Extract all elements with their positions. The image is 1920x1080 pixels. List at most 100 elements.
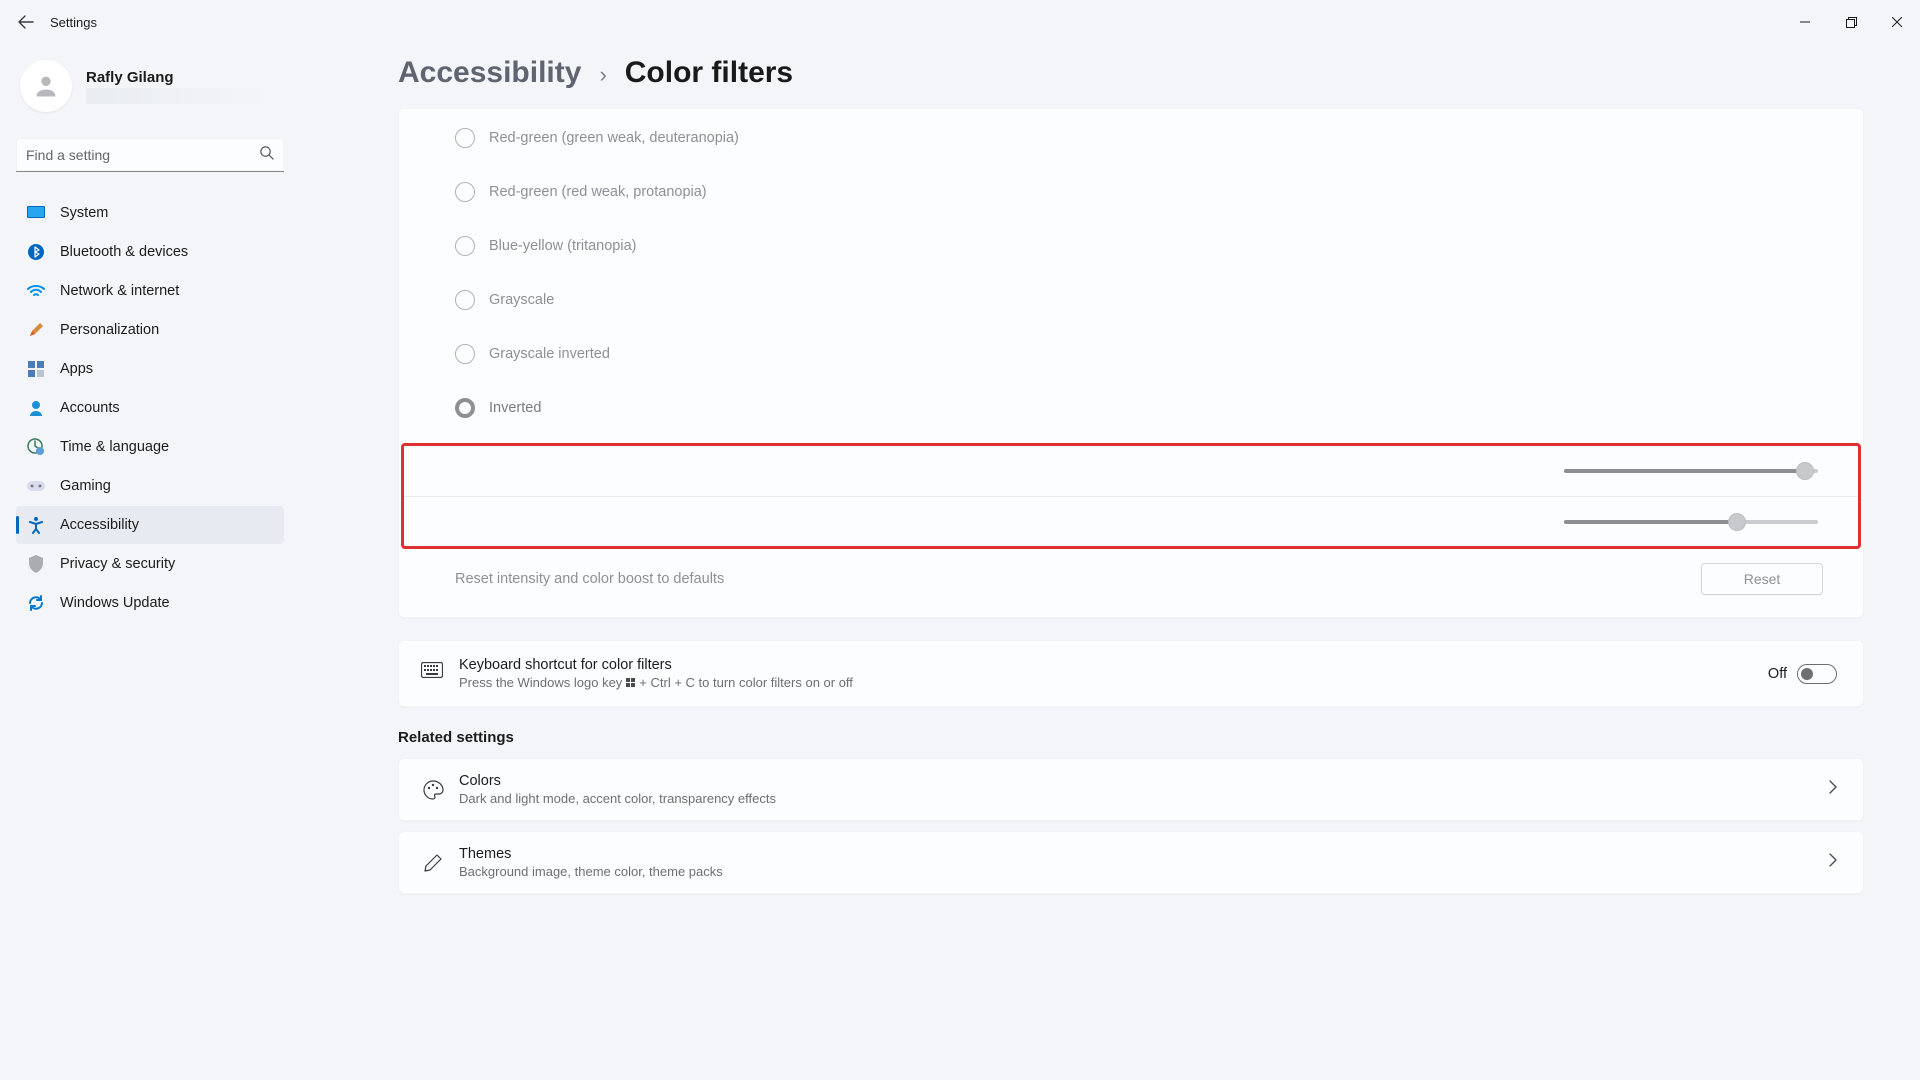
chevron-right-icon xyxy=(1829,780,1837,799)
link-title: Colors xyxy=(459,773,776,789)
sidebar-item-network[interactable]: Network & internet xyxy=(16,272,284,310)
link-subtitle: Background image, theme color, theme pac… xyxy=(459,864,723,879)
chevron-right-icon: › xyxy=(599,62,606,88)
display-icon xyxy=(26,203,46,223)
chevron-right-icon xyxy=(1829,853,1837,872)
filter-option-deuteranopia[interactable]: Red-green (green weak, deuteranopia) xyxy=(399,111,1863,165)
sidebar-item-label: Apps xyxy=(60,361,93,377)
shortcut-title: Keyboard shortcut for color filters xyxy=(459,657,853,673)
color-boost-slider-row xyxy=(404,496,1858,546)
filter-options-panel: Red-green (green weak, deuteranopia) Red… xyxy=(398,108,1864,618)
sidebar-item-label: Bluetooth & devices xyxy=(60,244,188,260)
shortcut-toggle[interactable] xyxy=(1797,664,1837,684)
slider-thumb[interactable] xyxy=(1728,513,1746,531)
pen-icon xyxy=(421,851,445,875)
toggle-state-label: Off xyxy=(1768,666,1787,682)
sidebar-item-update[interactable]: Windows Update xyxy=(16,584,284,622)
minimize-icon xyxy=(1800,17,1810,27)
related-settings-title: Related settings xyxy=(398,729,1864,746)
radio-icon xyxy=(455,182,475,202)
radio-label: Grayscale xyxy=(489,292,554,308)
sidebar-item-personalization[interactable]: Personalization xyxy=(16,311,284,349)
sidebar-item-gaming[interactable]: Gaming xyxy=(16,467,284,505)
radio-icon xyxy=(455,344,475,364)
sidebar-item-bluetooth[interactable]: Bluetooth & devices xyxy=(16,233,284,271)
breadcrumb-parent[interactable]: Accessibility xyxy=(398,56,581,90)
avatar xyxy=(20,60,72,112)
close-button[interactable] xyxy=(1874,6,1920,38)
globe-clock-icon xyxy=(26,437,46,457)
apps-icon xyxy=(26,359,46,379)
radio-label: Red-green (red weak, protanopia) xyxy=(489,184,707,200)
sidebar-item-accounts[interactable]: Accounts xyxy=(16,389,284,427)
minimize-button[interactable] xyxy=(1782,6,1828,38)
breadcrumb: Accessibility › Color filters xyxy=(398,56,1864,90)
radio-label: Blue-yellow (tritanopia) xyxy=(489,238,636,254)
radio-label: Grayscale inverted xyxy=(489,346,610,362)
filter-option-protanopia[interactable]: Red-green (red weak, protanopia) xyxy=(399,165,1863,219)
filter-option-tritanopia[interactable]: Blue-yellow (tritanopia) xyxy=(399,219,1863,273)
back-button[interactable] xyxy=(6,2,46,42)
related-link-themes[interactable]: Themes Background image, theme color, th… xyxy=(398,831,1864,894)
reset-button[interactable]: Reset xyxy=(1701,563,1823,595)
color-boost-slider[interactable] xyxy=(1564,512,1818,532)
intensity-slider[interactable] xyxy=(1564,461,1818,481)
reset-row: Reset intensity and color boost to defau… xyxy=(399,551,1863,607)
slider-thumb[interactable] xyxy=(1796,462,1814,480)
windows-logo-icon xyxy=(626,678,635,687)
sidebar-item-label: Network & internet xyxy=(60,283,179,299)
sliders-highlight xyxy=(401,443,1861,549)
profile-block[interactable]: Rafly Gilang xyxy=(16,54,284,118)
sidebar-nav: System Bluetooth & devices Network & int… xyxy=(16,194,284,622)
sidebar-item-label: Privacy & security xyxy=(60,556,175,572)
reset-label: Reset intensity and color boost to defau… xyxy=(455,571,724,587)
profile-email-placeholder xyxy=(86,88,266,104)
link-title: Themes xyxy=(459,846,723,862)
link-subtitle: Dark and light mode, accent color, trans… xyxy=(459,791,776,806)
person-icon xyxy=(32,72,60,100)
shield-icon xyxy=(26,554,46,574)
arrow-left-icon xyxy=(18,14,34,30)
related-link-colors[interactable]: Colors Dark and light mode, accent color… xyxy=(398,758,1864,821)
radio-label: Red-green (green weak, deuteranopia) xyxy=(489,130,739,146)
profile-name: Rafly Gilang xyxy=(86,69,266,86)
sidebar-item-accessibility[interactable]: Accessibility xyxy=(16,506,284,544)
sidebar-item-label: System xyxy=(60,205,108,221)
filter-option-inverted[interactable]: Inverted xyxy=(399,381,1863,435)
sidebar-item-apps[interactable]: Apps xyxy=(16,350,284,388)
radio-label: Inverted xyxy=(489,400,541,416)
sidebar-item-system[interactable]: System xyxy=(16,194,284,232)
maximize-icon xyxy=(1846,17,1857,28)
reset-button-label: Reset xyxy=(1744,571,1781,587)
gamepad-icon xyxy=(26,476,46,496)
bluetooth-icon xyxy=(26,242,46,262)
shortcut-subtitle: Press the Windows logo key + Ctrl + C to… xyxy=(459,675,853,690)
wifi-icon xyxy=(26,281,46,301)
shortcut-sub-prefix: Press the Windows logo key xyxy=(459,675,622,690)
paintbrush-icon xyxy=(26,320,46,340)
sidebar-item-label: Accounts xyxy=(60,400,120,416)
radio-icon xyxy=(455,128,475,148)
sidebar-item-label: Personalization xyxy=(60,322,159,338)
accounts-icon xyxy=(26,398,46,418)
filter-option-grayscale-inverted[interactable]: Grayscale inverted xyxy=(399,327,1863,381)
keyboard-icon xyxy=(421,662,445,686)
page-title: Color filters xyxy=(625,56,793,90)
sidebar-item-time[interactable]: Time & language xyxy=(16,428,284,466)
radio-icon xyxy=(455,236,475,256)
keyboard-shortcut-panel: Keyboard shortcut for color filters Pres… xyxy=(398,640,1864,707)
sidebar-item-label: Time & language xyxy=(60,439,169,455)
search-icon xyxy=(259,145,274,165)
search-input[interactable] xyxy=(16,138,284,172)
intensity-slider-row xyxy=(404,446,1858,496)
close-icon xyxy=(1892,17,1902,27)
sidebar-item-privacy[interactable]: Privacy & security xyxy=(16,545,284,583)
maximize-button[interactable] xyxy=(1828,6,1874,38)
update-icon xyxy=(26,593,46,613)
window-title: Settings xyxy=(50,15,97,30)
accessibility-icon xyxy=(26,515,46,535)
filter-option-grayscale[interactable]: Grayscale xyxy=(399,273,1863,327)
sidebar-item-label: Gaming xyxy=(60,478,111,494)
radio-icon xyxy=(455,398,475,418)
sidebar-item-label: Accessibility xyxy=(60,517,139,533)
